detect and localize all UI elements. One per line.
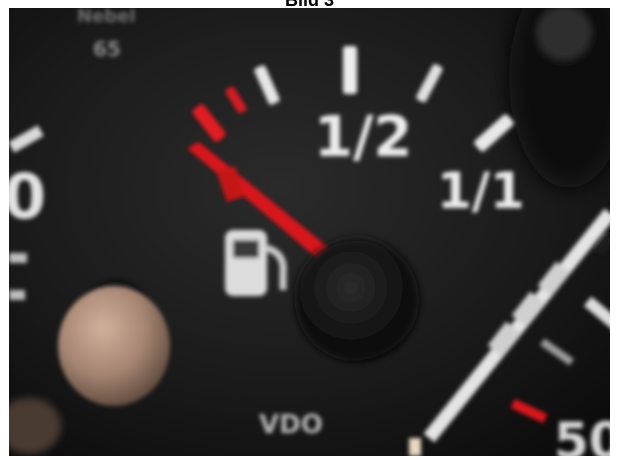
small-label-topmost: Nebel bbox=[77, 8, 136, 27]
small-label-top: 65 bbox=[93, 37, 121, 61]
scale-label-full: 1/1 bbox=[437, 162, 525, 220]
brand-logo: VDO bbox=[259, 410, 323, 440]
left-scale-digit: 0 bbox=[9, 160, 46, 233]
corner-speed-digit: 50 bbox=[554, 412, 610, 456]
scale-label-half: 1/2 bbox=[314, 105, 412, 170]
needle-hub bbox=[295, 238, 419, 362]
trip-reset-knob bbox=[58, 286, 170, 406]
fuel-gauge-photo: Nebel 65 0 1/2 1/1 VDO 50 bbox=[9, 8, 610, 456]
